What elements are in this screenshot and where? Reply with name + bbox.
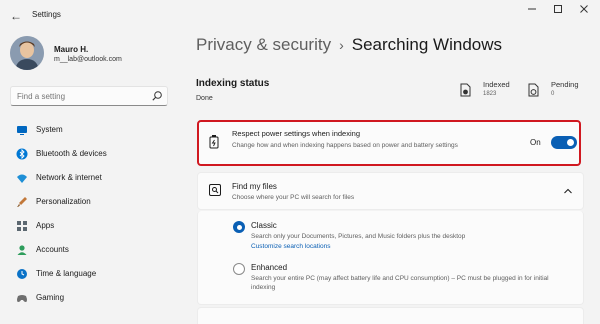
sidebar-item-personalization[interactable]: Personalization bbox=[8, 190, 172, 214]
find-my-files-description: Choose where your PC will search for fil… bbox=[232, 194, 355, 201]
gaming-icon bbox=[17, 295, 27, 302]
user-name: Mauro H. bbox=[54, 45, 89, 54]
brush-icon bbox=[17, 197, 27, 207]
minimize-icon bbox=[528, 8, 536, 10]
close-button[interactable] bbox=[572, 4, 596, 20]
sidebar-item-label: Apps bbox=[36, 221, 55, 230]
back-button[interactable]: ← bbox=[8, 8, 24, 24]
breadcrumb: Privacy & security › Searching Windows bbox=[196, 35, 502, 55]
maximize-button[interactable] bbox=[546, 4, 570, 20]
avatar bbox=[10, 36, 44, 70]
maximize-icon bbox=[554, 5, 562, 13]
sidebar-item-accounts[interactable]: Accounts bbox=[8, 238, 172, 262]
settings-search[interactable] bbox=[10, 86, 168, 106]
sidebar-item-label: Network & internet bbox=[36, 173, 102, 182]
sidebar-item-time-language[interactable]: Time & language bbox=[8, 262, 172, 286]
indexed-count: 1823 bbox=[483, 91, 497, 97]
indexed-files-icon bbox=[460, 83, 471, 97]
indexing-status-title: Indexing status bbox=[196, 78, 270, 89]
app-title: Settings bbox=[32, 10, 61, 19]
indexing-status-value: Done bbox=[196, 95, 213, 102]
battery-plug-icon bbox=[209, 135, 219, 149]
enhanced-radio[interactable] bbox=[233, 263, 245, 275]
search-mode-options: Classic Search only your Documents, Pict… bbox=[197, 211, 584, 305]
sidebar-item-label: Accounts bbox=[36, 245, 69, 254]
avatar-image bbox=[10, 36, 44, 70]
power-setting-title: Respect power settings when indexing bbox=[232, 129, 360, 138]
sidebar-item-label: System bbox=[36, 125, 63, 134]
classic-radio[interactable] bbox=[233, 221, 245, 233]
user-email: m__lab@outlook.com bbox=[54, 56, 122, 63]
file-search-icon bbox=[209, 184, 221, 196]
network-icon bbox=[17, 174, 27, 183]
bluetooth-icon bbox=[16, 148, 28, 160]
breadcrumb-separator: › bbox=[339, 37, 344, 53]
search-input[interactable] bbox=[17, 90, 147, 103]
find-my-files-header[interactable]: Find my files Choose where your PC will … bbox=[197, 172, 584, 210]
sidebar-item-bluetooth[interactable]: Bluetooth & devices bbox=[8, 142, 172, 166]
pending-count: 0 bbox=[551, 91, 555, 97]
search-icon[interactable] bbox=[151, 90, 163, 102]
globe-clock-icon bbox=[17, 269, 27, 279]
pending-label: Pending bbox=[551, 80, 579, 89]
indexed-label: Indexed bbox=[483, 80, 510, 89]
toggle-state-label: On bbox=[530, 138, 541, 147]
sidebar-item-label: Bluetooth & devices bbox=[36, 149, 107, 158]
power-setting-description: Change how and when indexing happens bas… bbox=[232, 142, 458, 149]
title-bar: ← Settings bbox=[0, 0, 600, 32]
find-my-files-title: Find my files bbox=[232, 182, 277, 191]
sidebar-item-network[interactable]: Network & internet bbox=[8, 166, 172, 190]
power-settings-card: Respect power settings when indexing Cha… bbox=[197, 120, 581, 166]
next-setting-card bbox=[197, 307, 584, 324]
close-icon bbox=[580, 5, 588, 13]
pending-files-icon bbox=[528, 83, 539, 97]
sidebar-item-apps[interactable]: Apps bbox=[8, 214, 172, 238]
accounts-icon bbox=[17, 245, 27, 255]
system-icon bbox=[17, 126, 27, 135]
sidebar-item-label: Gaming bbox=[36, 293, 65, 302]
customize-search-locations-link[interactable]: Customize search locations bbox=[251, 243, 330, 250]
enhanced-option-title[interactable]: Enhanced bbox=[251, 263, 287, 272]
chevron-up-icon[interactable] bbox=[563, 186, 573, 196]
breadcrumb-parent[interactable]: Privacy & security bbox=[196, 35, 331, 54]
sidebar-item-label: Time & language bbox=[36, 269, 97, 278]
apps-icon bbox=[17, 221, 27, 231]
sidebar-nav: System Bluetooth & devices Network & int… bbox=[8, 118, 172, 310]
sidebar-item-system[interactable]: System bbox=[8, 118, 172, 142]
enhanced-option-description: Search your entire PC (may affect batter… bbox=[251, 275, 549, 291]
toggle-knob bbox=[567, 139, 574, 146]
page-title: Searching Windows bbox=[351, 35, 503, 54]
minimize-button[interactable] bbox=[520, 4, 544, 20]
classic-option-title[interactable]: Classic bbox=[251, 221, 277, 230]
classic-option-description: Search only your Documents, Pictures, an… bbox=[251, 233, 466, 240]
power-settings-toggle[interactable] bbox=[551, 136, 577, 149]
sidebar-item-gaming[interactable]: Gaming bbox=[8, 286, 172, 310]
sidebar-item-label: Personalization bbox=[36, 197, 91, 206]
